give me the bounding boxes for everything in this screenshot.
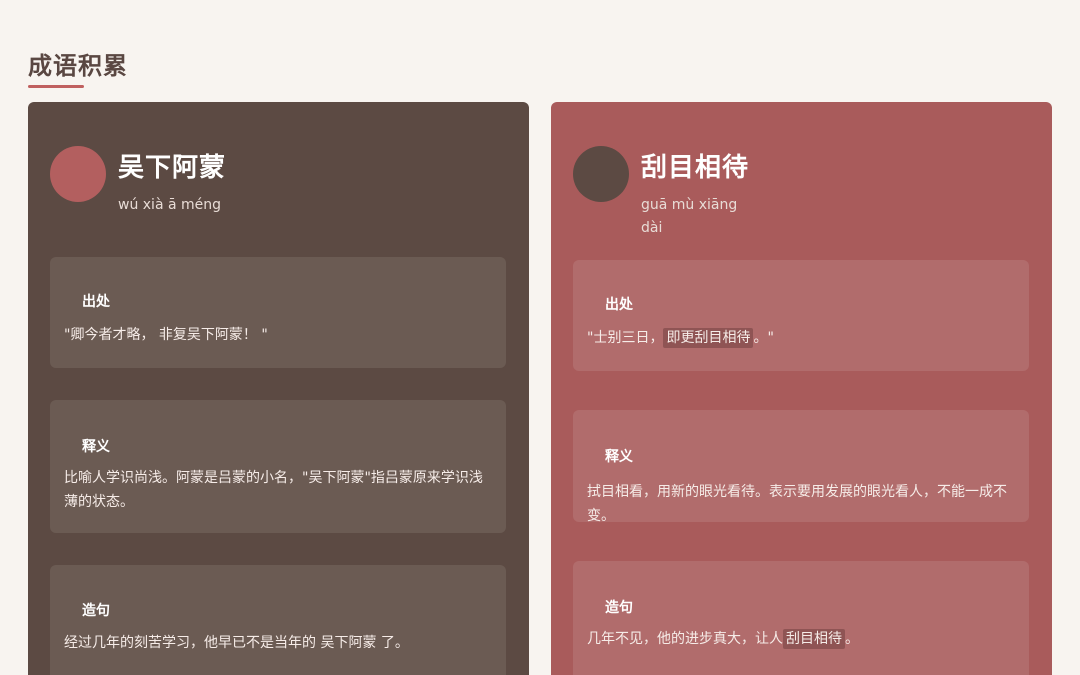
idiom-card-wuxiameng: 吴下阿蒙 wú xià ā méng 出处 "卿今者才略， 非复吴下阿蒙！ " … (28, 102, 529, 675)
meaning-box: 释义 拭目相看，用新的眼光看待。表示要用发展的眼光看人，不能一成不变。 (573, 410, 1029, 524)
source-text-before: "士别三日， (587, 330, 664, 346)
example-text-before: 几年不见，他的进步真大，让人 (587, 631, 783, 647)
meaning-text: 拭目相看，用新的眼光看待。表示要用发展的眼光看人，不能一成不变。 (587, 484, 1007, 524)
avatar-circle (573, 146, 629, 202)
example-box: 造句 几年不见，他的进步真大，让人 刮目相待。 (573, 561, 1029, 675)
meaning-label: 释义 (605, 449, 633, 465)
source-highlight: 即更刮目相待 (663, 328, 754, 348)
idiom-pinyin: wú xià ā méng (118, 197, 222, 213)
example-box: 造句 经过几年的刻苦学习，他早已不是当年的 吴下阿蒙 了。 (50, 565, 506, 675)
source-box: 出处 "士别三日， 即更刮目相待 。" (573, 260, 1029, 371)
example-text: 经过几年的刻苦学习，他早已不是当年的 吴下阿蒙 了。 (64, 635, 409, 651)
source-text-after: 。" (753, 330, 774, 346)
title-underline (28, 85, 84, 88)
idiom-title: 刮目相待 (641, 153, 750, 183)
source-box: 出处 "卿今者才略， 非复吴下阿蒙！ " (50, 257, 506, 368)
example-highlight: 刮目相待 (783, 629, 845, 649)
idiom-page: 成语积累 吴下阿蒙 wú xià ā méng 出处 "卿今者才略， 非复吴下阿… (0, 0, 1080, 675)
avatar-circle (50, 146, 106, 202)
source-text: "士别三日， 即更刮目相待 。" (587, 326, 1019, 350)
idiom-pinyin: guā mù xiāng dài (641, 197, 738, 236)
source-label: 出处 (605, 297, 633, 313)
example-text: 几年不见，他的进步真大，让人 刮目相待。 (587, 627, 1019, 651)
meaning-label: 释义 (82, 439, 110, 455)
example-text-after: 。 (845, 631, 859, 647)
example-label: 造句 (82, 603, 110, 619)
section-title: 成语积累 (28, 52, 128, 80)
meaning-box: 释义 比喻人学识尚浅。阿蒙是吕蒙的小名，"吴下阿蒙"指吕蒙原来学识浅薄的状态。 (50, 400, 506, 533)
source-label: 出处 (82, 294, 110, 310)
idiom-card-guamuxiangdai: 刮目相待 guā mù xiāng dài 出处 "士别三日， 即更刮目相待 。" … (551, 102, 1052, 675)
example-label: 造句 (605, 600, 633, 616)
idiom-title: 吴下阿蒙 (118, 153, 227, 183)
meaning-text: 比喻人学识尚浅。阿蒙是吕蒙的小名，"吴下阿蒙"指吕蒙原来学识浅薄的状态。 (64, 470, 483, 510)
source-text: "卿今者才略， 非复吴下阿蒙！ " (64, 327, 268, 343)
